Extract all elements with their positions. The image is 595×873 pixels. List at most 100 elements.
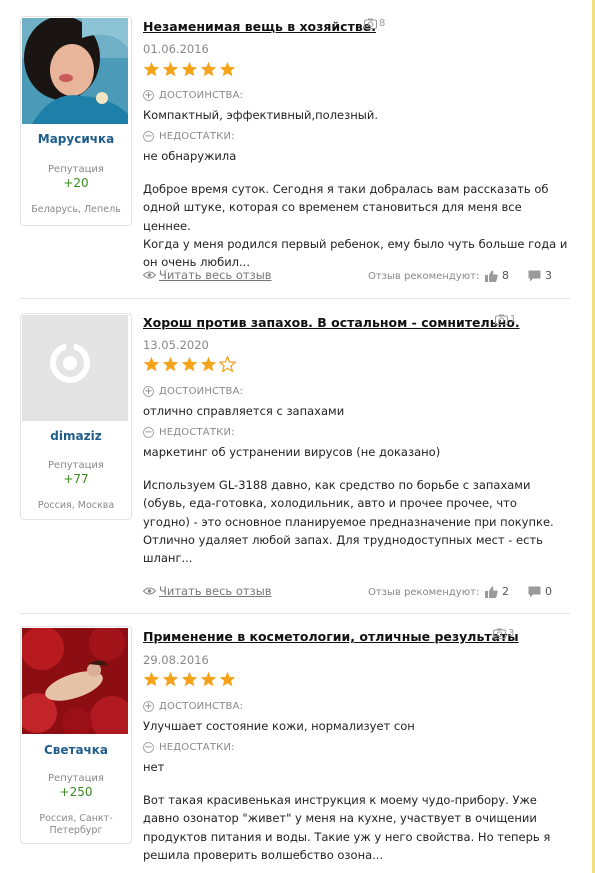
reputation-label: Репутация (48, 773, 104, 784)
comments-button[interactable]: 3 (528, 269, 552, 282)
pros-text: Компактный, эффективный,полезный. (143, 108, 378, 122)
comment-count: 0 (545, 585, 552, 598)
body-line: Доброе время суток. Сегодня я таки добра… (143, 182, 549, 196)
comment-icon (528, 586, 541, 597)
pros-heading: + ДОСТОИНСТВА: (143, 386, 243, 397)
eye-icon (143, 587, 156, 595)
reputation-value: +250 (59, 785, 93, 799)
photo-count-value: 3 (508, 628, 515, 639)
star-icon (162, 61, 179, 77)
author-name[interactable]: dimaziz (21, 429, 131, 443)
star-icon (143, 356, 160, 372)
like-button[interactable]: 8 (485, 269, 509, 282)
review-date: 01.06.2016 (143, 42, 209, 56)
cons-label: НЕДОСТАТКИ: (159, 131, 235, 142)
author-location: Беларусь, Лепель (31, 204, 121, 215)
author-name[interactable]: Светачка (21, 743, 131, 757)
minus-circle-icon: − (143, 131, 154, 142)
review-body: Используем GL-3188 давно, как средство п… (143, 476, 573, 567)
star-icon (200, 671, 217, 687)
review-date: 29.08.2016 (143, 653, 209, 667)
avatar-image (22, 628, 128, 734)
comment-icon (528, 270, 541, 281)
photo-count-value: 8 (379, 18, 386, 29)
cons-label: НЕДОСТАТКИ: (159, 427, 235, 438)
reputation-label: Репутация (48, 164, 104, 175)
star-icon (162, 356, 179, 372)
pros-label: ДОСТОИНСТВА: (159, 90, 244, 101)
star-icon (200, 61, 217, 77)
recommend-label: Отзыв рекомендуют: (368, 587, 480, 598)
body-line: одной штуке, которая со временем станови… (143, 200, 522, 233)
star-icon (143, 671, 160, 687)
cons-heading: − НЕДОСТАТКИ: (143, 131, 235, 142)
minus-circle-icon: − (143, 742, 154, 753)
author-card: dimaziz Репутация +77 Россия, Москва (20, 313, 132, 520)
comments-button[interactable]: 0 (528, 585, 552, 598)
cons-text: маркетинг об устранении вирусов (не дока… (143, 445, 441, 459)
eye-icon (143, 271, 156, 279)
cons-heading: − НЕДОСТАТКИ: (143, 427, 235, 438)
reputation-label: Репутация (48, 460, 104, 471)
cons-text: не обнаружила (143, 149, 237, 163)
star-icon (181, 671, 198, 687)
star-icon (200, 356, 217, 372)
reputation-value: +77 (63, 472, 89, 486)
comment-count: 3 (545, 269, 552, 282)
like-button[interactable]: 2 (485, 585, 509, 598)
body-line: Отлично удаляет любой запах. Для труднод… (143, 532, 543, 547)
avatar[interactable] (22, 315, 128, 421)
rating-stars (143, 61, 236, 77)
star-icon (143, 61, 160, 77)
rating-stars (143, 671, 236, 687)
body-line: (обувь, еда-готовка, холодильник, авто и… (143, 496, 517, 511)
cons-heading: − НЕДОСТАТКИ: (143, 742, 235, 753)
body-line: Вот такая красивенькая инструкция к моем… (143, 793, 537, 807)
like-count: 8 (502, 269, 509, 282)
review-title[interactable]: Хорош против запахов. В остальном - сомн… (143, 315, 520, 330)
avatar[interactable] (22, 628, 128, 734)
review-body: Вот такая красивенькая инструкция к моем… (143, 791, 573, 864)
read-more-label[interactable]: Читать весь отзыв (159, 268, 272, 282)
review-divider (20, 613, 570, 614)
reputation-value: +20 (63, 176, 89, 190)
plus-circle-icon: + (143, 386, 154, 397)
cons-text: нет (143, 760, 165, 774)
read-more-link[interactable]: Читать весь отзыв (143, 268, 272, 282)
body-line: давно озонатор "живет" у меня на кухне, … (143, 811, 537, 826)
rating-stars (143, 356, 236, 372)
recommend-label: Отзыв рекомендуют: (368, 271, 480, 282)
author-location: Россия, Москва (37, 500, 115, 511)
star-icon (181, 61, 198, 77)
camera-icon (495, 314, 508, 325)
body-line: шланг... (143, 551, 193, 566)
review-date: 13.05.2020 (143, 338, 209, 352)
author-location: Россия, Санкт-Петербург (39, 813, 113, 836)
star-icon (219, 61, 236, 77)
avatar-image (22, 18, 128, 124)
read-more-label[interactable]: Читать весь отзыв (159, 584, 272, 598)
review-divider (20, 298, 570, 299)
author-card: Светачка Репутация +250 Россия, Санкт-Пе… (20, 626, 132, 844)
review-title[interactable]: Незаменимая вещь в хозяйстве. (143, 19, 376, 34)
photo-count: 8 (364, 18, 385, 29)
review-title[interactable]: Применение в косметологии, отличные резу… (143, 629, 519, 644)
photo-count: 1 (495, 314, 516, 325)
author-name[interactable]: Марусичка (21, 132, 131, 146)
body-line: решила проверить волшебство озона... (143, 847, 384, 862)
camera-icon (493, 628, 506, 639)
author-card: Марусичка Репутация +20 Беларусь, Лепель (20, 16, 132, 226)
camera-icon (364, 18, 377, 29)
read-more-link[interactable]: Читать весь отзыв (143, 584, 272, 598)
pros-text: отлично справляется с запахами (143, 404, 345, 418)
avatar[interactable] (22, 18, 128, 124)
body-line: Используем GL-3188 давно, как средство п… (143, 478, 531, 492)
pros-text: Улучшает состояние кожи, нормализует сон (143, 719, 415, 733)
like-count: 2 (502, 585, 509, 598)
star-icon (162, 671, 179, 687)
thumbs-up-icon (485, 270, 498, 282)
default-avatar-icon (22, 315, 128, 421)
pros-label: ДОСТОИНСТВА: (159, 701, 244, 712)
review-body: Доброе время суток. Сегодня я таки добра… (143, 180, 573, 271)
star-icon (219, 356, 236, 372)
